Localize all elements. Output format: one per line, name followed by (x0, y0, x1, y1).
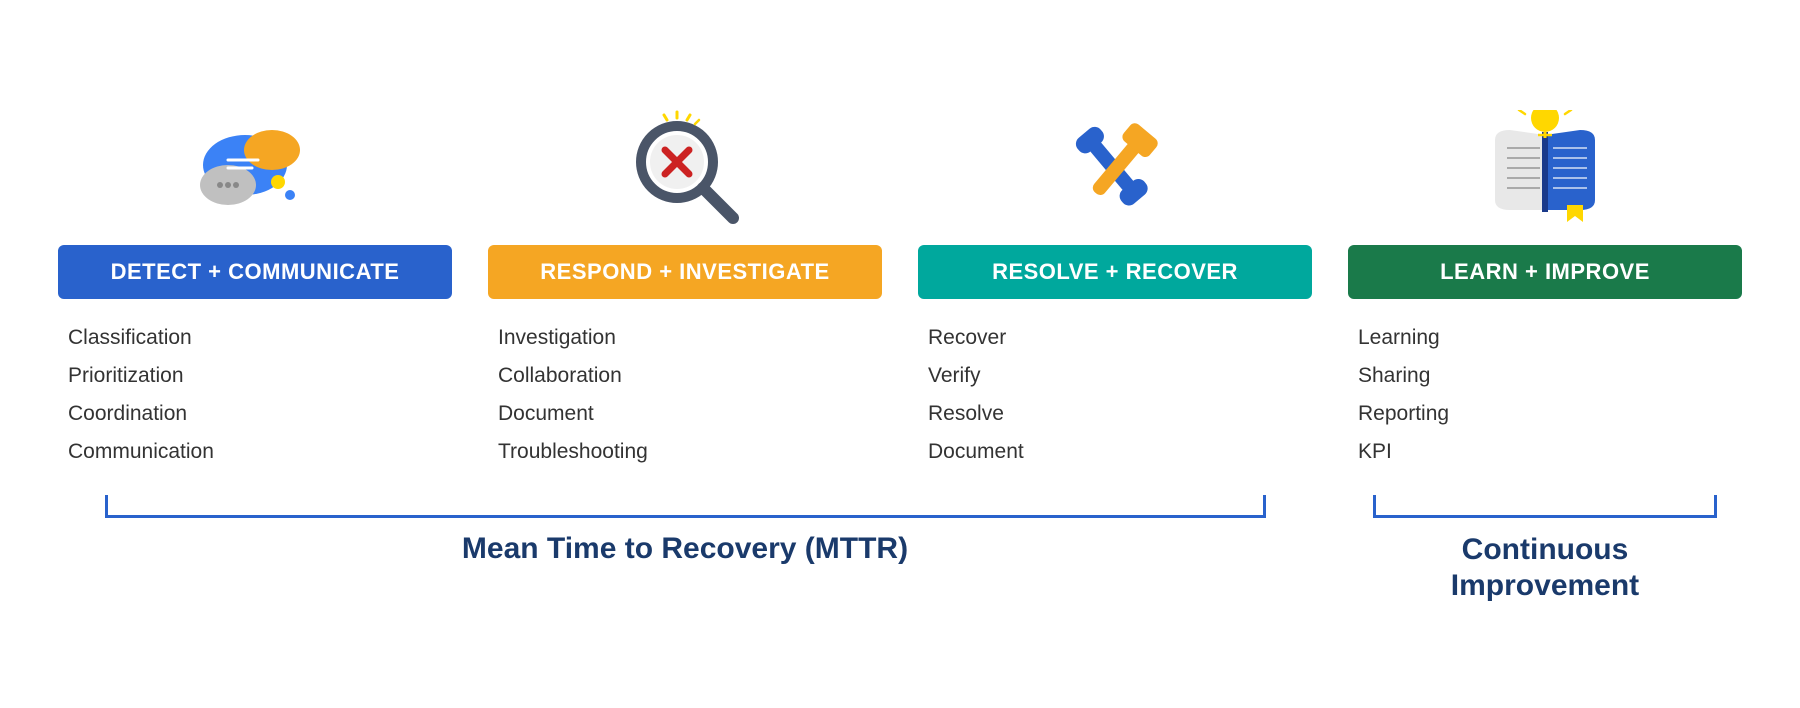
column-respond: RESPOND + INVESTIGATE Investigation Coll… (470, 105, 900, 471)
mttr-bracket: Mean Time to Recovery (MTTR) (40, 495, 1330, 604)
bracket-corners-right (1373, 495, 1717, 515)
list-detect: Classification Prioritization Coordinati… (58, 319, 452, 471)
list-item: Resolve (928, 395, 1302, 433)
column-resolve: RESOLVE + RECOVER Recover Verify Resolve… (900, 105, 1330, 471)
improvement-label: ContinuousImprovement (1451, 532, 1639, 604)
list-item: Learning (1358, 319, 1732, 357)
icon-area-detect (190, 105, 320, 235)
bracket-line-left (105, 515, 1266, 518)
main-container: DETECT + COMMUNICATE Classification Prio… (40, 105, 1760, 604)
bracket-corner-right (1263, 495, 1266, 515)
list-item: Classification (68, 319, 442, 357)
list-resolve: Recover Verify Resolve Document (918, 319, 1312, 471)
list-item: Reporting (1358, 395, 1732, 433)
icon-area-resolve (1050, 105, 1180, 235)
badge-resolve: RESOLVE + RECOVER (918, 245, 1312, 299)
badge-detect: DETECT + COMMUNICATE (58, 245, 452, 299)
list-item: KPI (1358, 433, 1732, 471)
chat-icon (190, 110, 320, 230)
list-item: Communication (68, 433, 442, 471)
search-icon (625, 110, 745, 230)
list-item: Verify (928, 357, 1302, 395)
list-item: Investigation (498, 319, 872, 357)
tools-icon (1050, 110, 1180, 230)
icon-area-respond (625, 105, 745, 235)
list-item: Prioritization (68, 357, 442, 395)
mttr-label: Mean Time to Recovery (MTTR) (462, 532, 908, 566)
list-item: Troubleshooting (498, 433, 872, 471)
book-icon (1475, 110, 1615, 230)
improvement-bracket: ContinuousImprovement (1330, 495, 1760, 604)
list-respond: Investigation Collaboration Document Tro… (488, 319, 882, 471)
list-item: Document (928, 433, 1302, 471)
bracket-corners-left (105, 495, 1266, 515)
columns-row: DETECT + COMMUNICATE Classification Prio… (40, 105, 1760, 471)
column-learn: LEARN + IMPROVE Learning Sharing Reporti… (1330, 105, 1760, 471)
list-item: Document (498, 395, 872, 433)
column-detect: DETECT + COMMUNICATE Classification Prio… (40, 105, 470, 471)
bracket-corner-left (105, 495, 108, 515)
bracket-line-right (1373, 515, 1717, 518)
badge-learn: LEARN + IMPROVE (1348, 245, 1742, 299)
list-learn: Learning Sharing Reporting KPI (1348, 319, 1742, 471)
bracket-corner-left-r (1373, 495, 1376, 515)
icon-area-learn (1475, 105, 1615, 235)
bracket-corner-right-r (1714, 495, 1717, 515)
badge-respond: RESPOND + INVESTIGATE (488, 245, 882, 299)
list-item: Coordination (68, 395, 442, 433)
list-item: Recover (928, 319, 1302, 357)
bottom-section: Mean Time to Recovery (MTTR) ContinuousI… (40, 495, 1760, 604)
list-item: Sharing (1358, 357, 1732, 395)
list-item: Collaboration (498, 357, 872, 395)
